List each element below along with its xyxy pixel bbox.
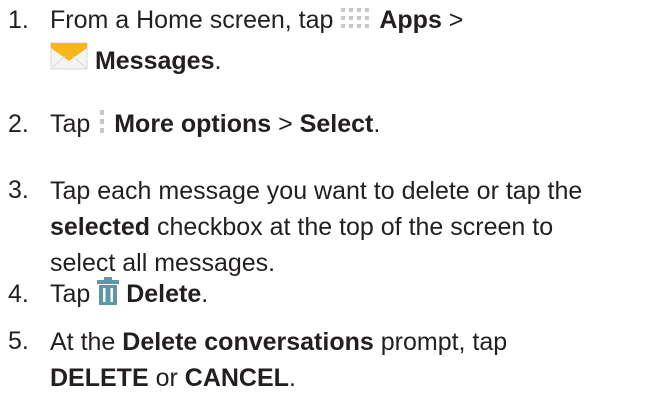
delete-button-label: DELETE <box>50 364 149 392</box>
step-text: At the Delete conversations prompt, tap … <box>50 328 508 392</box>
step-number: 2. <box>8 110 29 138</box>
delete-label: Delete <box>126 280 202 308</box>
instruction-list: 1. From a Home screen, tap Apps > Messag… <box>0 0 665 402</box>
cancel-button-label: CANCEL <box>184 364 289 392</box>
step-text: Tap each message you want to delete or t… <box>50 177 583 277</box>
step-text: Tap Delete. <box>50 277 662 314</box>
prompt-label: Delete conversations <box>122 328 374 356</box>
messages-envelope-icon <box>50 40 88 81</box>
step-text: Tap More options > Select. <box>50 107 662 144</box>
more-options-icon <box>97 109 107 144</box>
trash-icon <box>97 277 120 314</box>
step-number: 4. <box>8 280 29 308</box>
select-label: Select <box>299 110 374 138</box>
more-options-label: More options <box>114 110 272 138</box>
step-number: 3. <box>8 176 29 204</box>
apps-label: Apps <box>379 6 442 34</box>
step-text: From a Home screen, tap Apps > Messages. <box>50 3 662 81</box>
apps-grid-icon <box>340 6 372 40</box>
selected-label: selected <box>50 213 151 241</box>
step-number: 1. <box>8 6 29 34</box>
messages-label: Messages <box>94 47 215 75</box>
step-number: 5. <box>8 327 29 355</box>
